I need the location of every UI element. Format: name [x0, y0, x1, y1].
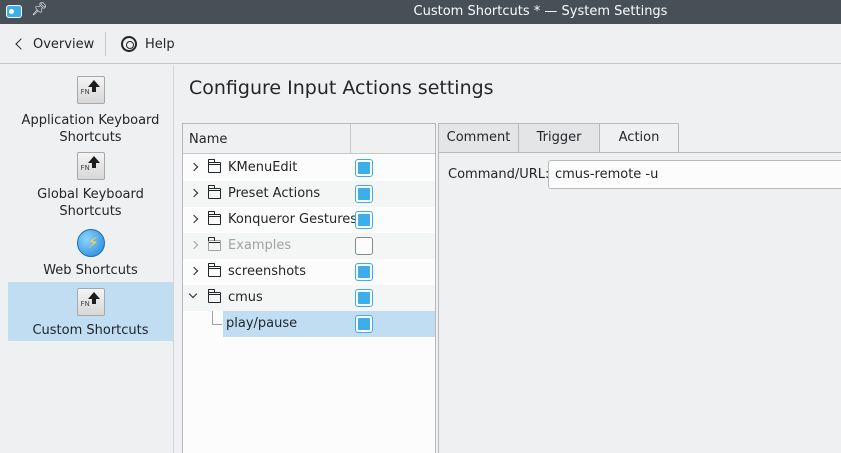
folder-icon [208, 263, 221, 277]
expand-chevron-icon[interactable] [189, 162, 199, 172]
tree-row-label: Examples [228, 238, 292, 253]
fn-key-icon: FN [76, 152, 105, 180]
tree-row-konqueror-gestures[interactable]: Konqueror Gestures [183, 207, 435, 233]
command-url-input[interactable] [548, 160, 841, 189]
tree-row-screenshots[interactable]: screenshots [183, 259, 435, 285]
folder-icon [208, 237, 221, 251]
chevron-left-icon [15, 38, 27, 50]
tab-comment[interactable]: Comment [438, 123, 519, 153]
tab-trigger[interactable]: Trigger [518, 123, 600, 153]
enabled-checkbox[interactable] [355, 237, 373, 255]
tree-row-preset-actions[interactable]: Preset Actions [183, 181, 435, 207]
enabled-checkbox[interactable] [355, 159, 373, 177]
sidebar-item-label: Web Shortcuts [43, 263, 138, 278]
expand-chevron-icon[interactable] [189, 266, 199, 276]
sidebar-item-label: Global Keyboard Shortcuts [37, 187, 144, 219]
action-tabs: Comment Trigger Action [438, 123, 841, 154]
action-tab-panel [438, 152, 841, 453]
tree-row-label: KMenuEdit [228, 160, 298, 175]
expand-chevron-icon[interactable] [189, 240, 199, 250]
expand-chevron-icon[interactable] [189, 188, 199, 198]
tree-row-play-pause[interactable]: play/pause [223, 311, 435, 337]
enabled-checkbox[interactable] [355, 263, 373, 281]
tree-branch-line [212, 311, 222, 325]
tree-row-label: play/pause [226, 316, 298, 331]
fn-key-icon: FN [76, 288, 105, 316]
help-label: Help [145, 36, 175, 52]
tree-row-label: cmus [228, 290, 263, 305]
tree-row-label: screenshots [228, 264, 307, 279]
help-button[interactable]: Help [121, 33, 175, 55]
folder-icon [208, 211, 221, 225]
tree-row-label: Preset Actions [228, 186, 321, 201]
sidebar-item-custom-shortcuts[interactable]: FN Custom Shortcuts [8, 282, 173, 341]
enabled-checkbox[interactable] [355, 289, 373, 307]
window-titlebar: 📌︎ Custom Shortcuts * — System Settings [0, 0, 841, 24]
toolbar: Overview Help [0, 24, 841, 64]
sidebar-item-label: Custom Shortcuts [32, 323, 149, 338]
web-globe-icon: ⚡︎ [76, 229, 105, 257]
tree-row-examples[interactable]: Examples [183, 233, 435, 259]
fn-key-icon: FN [76, 76, 105, 104]
expand-chevron-icon[interactable] [189, 214, 199, 224]
sidebar-item-global-keyboard-shortcuts[interactable]: FN Global Keyboard Shortcuts [8, 151, 173, 221]
page-title: Configure Input Actions settings [189, 77, 494, 99]
tree-row-cmus[interactable]: cmus [183, 285, 435, 311]
tree-header: Name [183, 124, 435, 154]
tree-row-label: Konqueror Gestures [228, 212, 358, 227]
sidebar-item-web-shortcuts[interactable]: ⚡︎ Web Shortcuts [8, 228, 173, 278]
column-header-name[interactable]: Name [189, 132, 227, 147]
window-title: Custom Shortcuts * — System Settings [413, 4, 668, 19]
folder-icon [208, 185, 221, 199]
sidebar: FN Application Keyboard Shortcuts FN Glo… [0, 65, 174, 453]
toolbar-separator [105, 32, 106, 56]
help-lifebuoy-icon [121, 36, 137, 52]
folder-icon [208, 289, 221, 303]
enabled-checkbox[interactable] [355, 315, 373, 333]
actions-tree[interactable]: Name KMenuEdit Preset Actions Konqueror … [182, 123, 436, 453]
overview-label: Overview [33, 36, 95, 52]
overview-button[interactable]: Overview [14, 33, 94, 55]
command-url-label: Command/URL: [448, 167, 550, 182]
enabled-checkbox[interactable] [355, 185, 373, 203]
sidebar-item-label: Application Keyboard Shortcuts [21, 113, 160, 145]
folder-icon [208, 159, 221, 173]
enabled-checkbox[interactable] [355, 211, 373, 229]
column-separator [350, 124, 351, 154]
tree-row-kmenuedit[interactable]: KMenuEdit [183, 155, 435, 181]
tab-action[interactable]: Action [599, 123, 679, 154]
sidebar-item-application-keyboard-shortcuts[interactable]: FN Application Keyboard Shortcuts [8, 75, 173, 145]
collapse-chevron-icon[interactable] [188, 289, 198, 299]
